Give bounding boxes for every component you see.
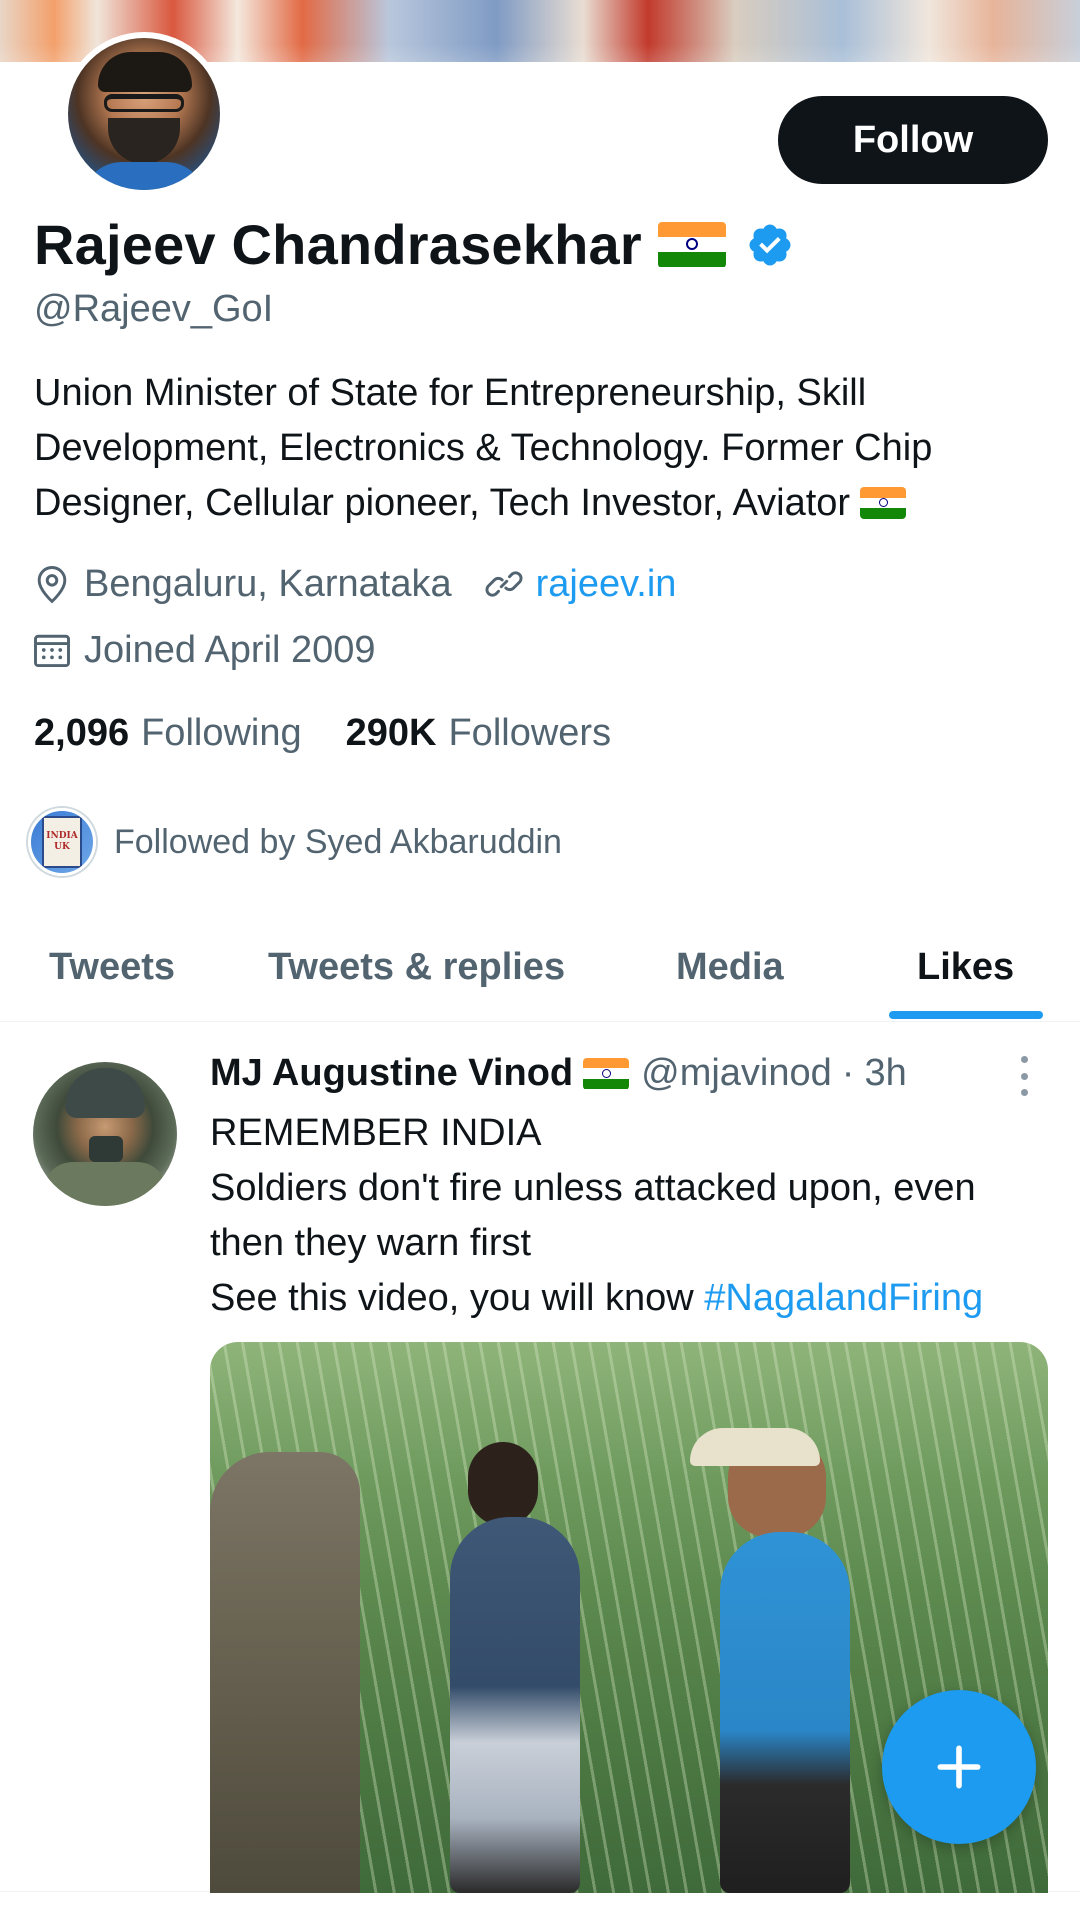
following-count: 2,096: [34, 712, 130, 754]
tweet-header: MJ Augustine Vinod @mjavinod · 3h: [210, 1052, 907, 1095]
following-label: Following: [141, 712, 302, 754]
india-flag-icon: [657, 221, 726, 268]
tab-likes[interactable]: Likes: [917, 912, 1014, 1022]
profile-meta-row: Bengaluru, Karnataka rajeev.in: [30, 562, 676, 606]
tweet-author-name[interactable]: MJ Augustine Vinod: [210, 1052, 573, 1095]
profile-location: Bengaluru, Karnataka: [84, 562, 452, 605]
profile-bio: Union Minister of State for Entrepreneur…: [34, 366, 1044, 531]
compose-plus-icon: [937, 1745, 981, 1789]
profile-avatar[interactable]: [62, 32, 226, 196]
location-icon: [37, 566, 67, 604]
followed-by-row[interactable]: INDIA UK Followed by Syed Akbaruddin: [28, 808, 562, 876]
link-icon: [485, 571, 523, 597]
follower-avatar: INDIA UK: [28, 808, 96, 876]
tweet-author-handle[interactable]: @mjavinod: [641, 1052, 832, 1095]
followers-count-link[interactable]: 290K Followers: [346, 712, 611, 755]
profile-avatar-image: [68, 38, 220, 190]
profile-website-link[interactable]: rajeev.in: [536, 563, 677, 606]
tweet-author-avatar[interactable]: [33, 1062, 177, 1206]
followed-by-text: Followed by Syed Akbaruddin: [114, 822, 562, 861]
tab-tweets-replies[interactable]: Tweets & replies: [268, 912, 565, 1022]
tweet-hashtag-link[interactable]: #NagalandFiring: [704, 1277, 983, 1319]
tab-media[interactable]: Media: [676, 912, 784, 1022]
calendar-icon: [34, 634, 70, 668]
follow-counts: 2,096 Following 290K Followers: [34, 712, 655, 755]
verified-badge-icon[interactable]: [746, 221, 794, 269]
followers-label: Followers: [448, 712, 612, 754]
tweet-time[interactable]: 3h: [864, 1052, 906, 1095]
tweet-text: REMEMBER INDIA Soldiers don't fire unles…: [210, 1106, 1050, 1326]
tab-tweets[interactable]: Tweets: [49, 912, 175, 1022]
tweet-text-line: See this video, you will know #NagalandF…: [210, 1277, 984, 1319]
compose-tweet-button[interactable]: [882, 1690, 1036, 1844]
profile-joined-date: Joined April 2009: [84, 628, 376, 671]
more-options-icon[interactable]: [1016, 1056, 1032, 1096]
profile-name-row: Rajeev Chandrasekhar: [34, 212, 794, 277]
followers-count: 290K: [345, 712, 437, 754]
active-tab-indicator: [889, 1011, 1043, 1019]
profile-name: Rajeev Chandrasekhar: [34, 213, 642, 276]
profile-handle: @Rajeev_GoI: [34, 288, 274, 330]
tweet-text-line: Soldiers don't fire unless attacked upon…: [210, 1167, 976, 1264]
india-flag-icon: [583, 1057, 630, 1090]
profile-tabs: Tweets Tweets & replies Media Likes: [0, 912, 1080, 1022]
india-flag-icon: [860, 487, 907, 519]
profile-bio-text: Union Minister of State for Entrepreneur…: [34, 372, 933, 524]
following-count-link[interactable]: 2,096 Following: [34, 712, 302, 755]
follow-button[interactable]: Follow: [778, 96, 1048, 184]
tweet-separator: ·: [841, 1052, 855, 1094]
tweet-text-line: REMEMBER INDIA: [210, 1112, 542, 1154]
profile-joined-row: Joined April 2009: [30, 628, 376, 672]
follower-avatar-book-image: INDIA UK: [42, 816, 82, 868]
